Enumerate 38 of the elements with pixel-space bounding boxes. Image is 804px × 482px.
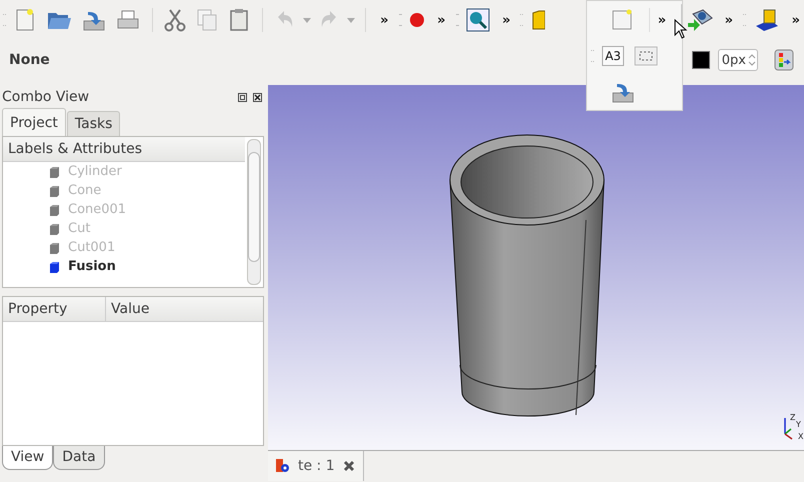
caret-icon[interactable]: [347, 16, 356, 24]
traffic-light-icon[interactable]: [772, 47, 796, 73]
cube-icon: [49, 166, 60, 178]
line-width-spinbox[interactable]: 0px: [718, 49, 758, 71]
cube-icon: [49, 222, 60, 234]
column-header[interactable]: Labels & Attributes: [3, 137, 245, 162]
toolbar-overflow-button[interactable]: »: [720, 12, 738, 28]
3d-viewport[interactable]: Z Y X: [268, 85, 804, 450]
dashed-frame-icon[interactable]: [632, 44, 660, 68]
color-swatch[interactable]: [692, 51, 710, 69]
paper-size-button[interactable]: A3: [602, 46, 624, 66]
scrollbar[interactable]: [247, 139, 261, 285]
axis-triad-drawing: Z Y X: [782, 412, 804, 440]
cube-icon: [49, 184, 60, 196]
toolbar-overflow-button[interactable]: »: [654, 12, 670, 28]
column-header[interactable]: Value: [106, 297, 263, 321]
magnifier-icon[interactable]: [464, 6, 492, 34]
panel-tab[interactable]: Project: [2, 108, 66, 136]
caret-icon[interactable]: [303, 16, 312, 24]
cube-icon: [49, 260, 60, 272]
toolbar-overflow-button[interactable]: »: [788, 12, 804, 28]
toolbar-overflow-button[interactable]: »: [433, 12, 450, 28]
cube-icon: [49, 242, 60, 254]
panel-title: Combo View: [2, 89, 90, 105]
undock-icon[interactable]: [238, 92, 247, 102]
close-icon[interactable]: [342, 460, 355, 472]
spin-arrows-icon[interactable]: [747, 52, 757, 68]
column-header[interactable]: Property: [3, 297, 106, 321]
toolbar-overflow-button[interactable]: »: [498, 12, 514, 28]
panel-tab[interactable]: Data: [53, 446, 105, 470]
close-icon[interactable]: [253, 92, 262, 102]
document-tab[interactable]: te : 1: [268, 451, 364, 481]
toolbar-overflow-button[interactable]: »: [376, 12, 393, 28]
panel-tab[interactable]: Tasks: [66, 111, 120, 136]
cube-icon: [49, 204, 60, 216]
panel-tab[interactable]: View: [2, 446, 54, 470]
selection-label: None: [9, 52, 50, 68]
tree-item[interactable]: Fusion: [3, 257, 245, 276]
